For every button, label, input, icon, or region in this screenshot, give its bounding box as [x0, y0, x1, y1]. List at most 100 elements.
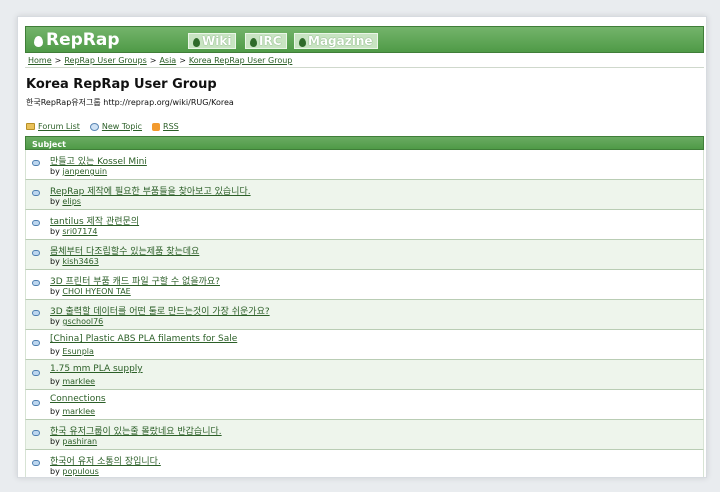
- breadcrumb-user-groups[interactable]: RepRap User Groups: [64, 56, 146, 65]
- topic-subject-link[interactable]: 3D 프린터 부품 캐드 파일 구할 수 없을까요?: [50, 274, 220, 287]
- breadcrumb: Home > RepRap User Groups > Asia > Korea…: [28, 56, 292, 65]
- topic-rows: 만들고 있는 Kossel Mini by janpenguin RepRap 제작…: [25, 150, 704, 477]
- by-prefix: by: [50, 227, 60, 236]
- nav-irc-label: IRC: [259, 34, 282, 48]
- table-header-subject: Subject: [25, 136, 704, 150]
- topic-author-line: by marklee: [50, 377, 95, 386]
- topic-subject-link[interactable]: 만들고 있는 Kossel Mini: [50, 154, 147, 167]
- divider: [25, 67, 704, 68]
- topic-author-link[interactable]: Esunpla: [62, 347, 94, 356]
- drop-icon: [299, 37, 306, 47]
- table-row: [China] Plastic ABS PLA filaments for Sa…: [25, 330, 704, 360]
- topic-subject-link[interactable]: 한국어 유저 소통의 장입니다.: [50, 454, 161, 467]
- breadcrumb-asia[interactable]: Asia: [159, 56, 176, 65]
- table-row: Connections by marklee: [25, 390, 704, 420]
- topic-author-line: by sri07174: [50, 227, 98, 236]
- drop-icon: [34, 35, 43, 47]
- topic-bubble-icon: [32, 250, 40, 256]
- new-topic-label: New Topic: [101, 122, 143, 131]
- topic-author-line: by CHOI HYEON TAE: [50, 287, 131, 296]
- by-prefix: by: [50, 377, 60, 386]
- table-row: 만들고 있는 Kossel Mini by janpenguin: [25, 150, 704, 180]
- breadcrumb-korea[interactable]: Korea RepRap User Group: [189, 56, 292, 65]
- table-row: 한국어 유저 소통의 장입니다. by populous: [25, 450, 704, 477]
- new-topic-link[interactable]: New Topic: [89, 122, 143, 131]
- topic-author-link[interactable]: populous: [62, 467, 98, 476]
- by-prefix: by: [50, 467, 60, 476]
- topic-author-line: by Esunpla: [50, 347, 94, 356]
- topic-author-line: by gschool76: [50, 317, 103, 326]
- topic-subject-link[interactable]: RepRap 제작에 필요한 부품들을 찾아보고 있습니다.: [50, 184, 251, 197]
- forum-list-link[interactable]: Forum List: [26, 122, 80, 131]
- by-prefix: by: [50, 407, 60, 416]
- breadcrumb-home[interactable]: Home: [28, 56, 52, 65]
- topic-author-link[interactable]: pashiran: [62, 437, 97, 446]
- topic-author-line: by marklee: [50, 407, 95, 416]
- table-row: 한국 유저그룹이 있는줄 몰랐네요 반갑습니다. by pashiran: [25, 420, 704, 450]
- topic-author-line: by populous: [50, 467, 99, 476]
- topic-table: Subject 만들고 있는 Kossel Mini by janpenguin R…: [25, 136, 704, 477]
- topic-author-link[interactable]: janpenguin: [62, 167, 107, 176]
- by-prefix: by: [50, 257, 60, 266]
- topic-bubble-icon: [32, 460, 40, 466]
- topic-author-link[interactable]: marklee: [62, 407, 95, 416]
- logo-text: RepRap: [46, 30, 120, 50]
- reprap-logo[interactable]: RepRap: [34, 30, 120, 50]
- rss-label: RSS: [163, 122, 179, 131]
- rss-link[interactable]: RSS: [152, 122, 179, 131]
- topic-bubble-icon: [32, 370, 40, 376]
- topic-subject-link[interactable]: 1.75 mm PLA supply: [50, 364, 143, 374]
- topic-author-line: by kish3463: [50, 257, 99, 266]
- topic-subject-link[interactable]: 한국 유저그룹이 있는줄 몰랐네요 반갑습니다.: [50, 424, 222, 437]
- page-description: 한국RepRap유저그룹 http://reprap.org/wiki/RUG/…: [26, 98, 234, 107]
- topic-author-line: by elips: [50, 197, 81, 206]
- forum-list-label: Forum List: [38, 122, 80, 131]
- topic-subject-link[interactable]: Connections: [50, 394, 106, 404]
- topic-author-line: by pashiran: [50, 437, 97, 446]
- nav-irc[interactable]: IRC: [245, 33, 287, 49]
- breadcrumb-separator: >: [149, 56, 157, 65]
- browser-frame: RepRap Wiki IRC Magazine Home > RepRap U…: [17, 16, 707, 478]
- rss-icon: [152, 122, 161, 131]
- nav-magazine[interactable]: Magazine: [294, 33, 378, 49]
- topic-author-link[interactable]: elips: [62, 197, 81, 206]
- breadcrumb-separator: >: [179, 56, 186, 65]
- topic-bubble-icon: [32, 430, 40, 436]
- topic-subject-link[interactable]: 3D 출력할 데이터를 어떤 툴로 만드는것이 가장 쉬운가요?: [50, 304, 270, 317]
- topic-bubble-icon: [32, 220, 40, 226]
- breadcrumb-separator: >: [54, 56, 62, 65]
- topic-subject-link[interactable]: tantilus 제작 관련문의: [50, 214, 139, 227]
- nav-wiki-label: Wiki: [202, 34, 232, 48]
- by-prefix: by: [50, 437, 60, 446]
- topic-bubble-icon: [32, 160, 40, 166]
- nav-wiki[interactable]: Wiki: [188, 33, 237, 49]
- topic-author-link[interactable]: CHOI HYEON TAE: [62, 287, 130, 296]
- topic-bubble-icon: [32, 190, 40, 196]
- page-title: Korea RepRap User Group: [26, 77, 217, 92]
- forum-actions: Forum List New Topic RSS: [26, 122, 179, 131]
- by-prefix: by: [50, 197, 60, 206]
- by-prefix: by: [50, 347, 60, 356]
- drop-icon: [193, 37, 200, 47]
- topic-author-line: by janpenguin: [50, 167, 107, 176]
- topic-author-link[interactable]: gschool76: [62, 317, 103, 326]
- topic-author-link[interactable]: kish3463: [62, 257, 98, 266]
- topic-bubble-icon: [32, 310, 40, 316]
- topic-bubble-icon: [32, 340, 40, 346]
- topic-bubble-icon: [32, 280, 40, 286]
- topic-author-link[interactable]: sri07174: [62, 227, 97, 236]
- nav-magazine-label: Magazine: [308, 34, 373, 48]
- topic-subject-link[interactable]: [China] Plastic ABS PLA filaments for Sa…: [50, 334, 237, 344]
- table-row: 3D 출력할 데이터를 어떤 툴로 만드는것이 가장 쉬운가요? by gscho…: [25, 300, 704, 330]
- table-row: 3D 프린터 부품 캐드 파일 구할 수 없을까요? by CHOI HYEON …: [25, 270, 704, 300]
- by-prefix: by: [50, 287, 60, 296]
- topic-bubble-icon: [32, 400, 40, 406]
- topic-subject-link[interactable]: 몸체부터 다조립할수 있는제품 찾는데요: [50, 244, 199, 257]
- new-topic-icon: [89, 122, 99, 131]
- table-row: tantilus 제작 관련문의 by sri07174: [25, 210, 704, 240]
- by-prefix: by: [50, 317, 60, 326]
- table-row: 몸체부터 다조립할수 있는제품 찾는데요 by kish3463: [25, 240, 704, 270]
- table-row: 1.75 mm PLA supply by marklee: [25, 360, 704, 390]
- folder-icon: [26, 123, 35, 130]
- topic-author-link[interactable]: marklee: [62, 377, 95, 386]
